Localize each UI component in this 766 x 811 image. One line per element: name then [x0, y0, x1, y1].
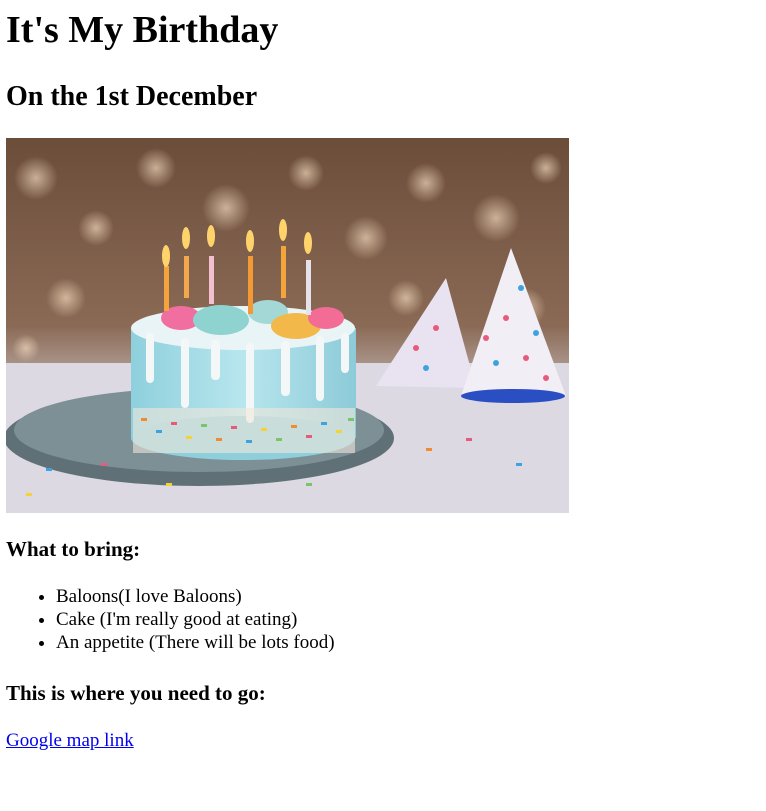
location-heading: This is where you need to go:: [6, 681, 266, 705]
google-map-link[interactable]: Google map link: [6, 729, 134, 752]
list-item: Cake (I'm really good at eating): [56, 608, 335, 631]
list-item: Baloons(I love Baloons): [56, 585, 335, 608]
bring-list: Baloons(I love Baloons) Cake (I'm really…: [6, 585, 335, 654]
birthday-cake-photo: [6, 138, 569, 513]
page-subtitle: On the 1st December: [6, 81, 258, 112]
bring-heading: What to bring:: [6, 537, 141, 561]
page-title: It's My Birthday: [6, 9, 279, 51]
list-item: An appetite (There will be lots food): [56, 631, 335, 654]
